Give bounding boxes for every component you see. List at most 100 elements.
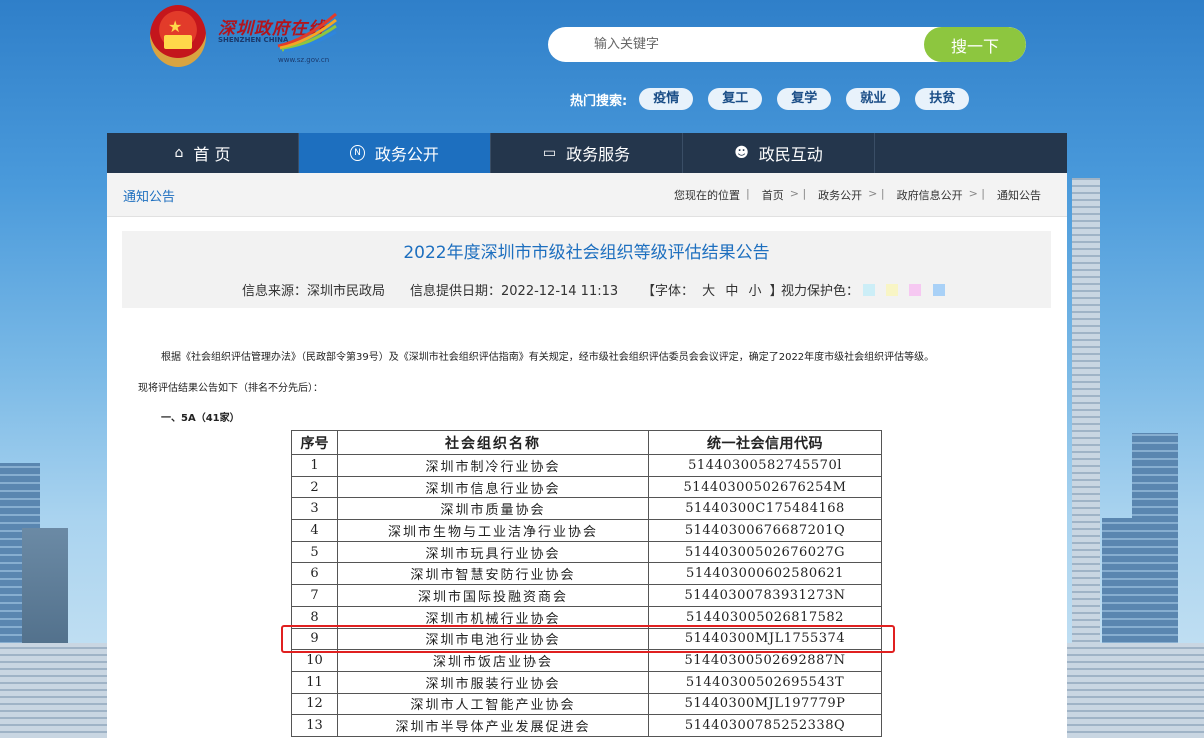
logo-swoosh-icon <box>277 12 337 52</box>
row-highlight-annotation <box>281 625 895 653</box>
breadcrumb-item-home[interactable]: 首页 <box>762 187 784 203</box>
row-index: 2 <box>291 475 338 499</box>
nav-item-government-affairs[interactable]: N 政务公开 <box>299 133 491 173</box>
info-source: 信息来源：深圳市民政局 <box>242 284 386 299</box>
nav-item-home[interactable]: ⌂ 首 页 <box>107 133 299 173</box>
content-panel: 通知公告 您现在的位置 | 首页 > | 政务公开 > | 政府信息公开 > |… <box>107 173 1067 738</box>
font-size-small[interactable]: 小 <box>748 284 761 299</box>
table-row: 7 深圳市国际投融资商会 51440300783931273N <box>291 584 882 607</box>
hot-tag-fuxue[interactable]: 复学 <box>777 88 832 110</box>
hot-tag-fugong[interactable]: 复工 <box>708 88 763 110</box>
font-size-prefix: 【字体： <box>642 284 695 299</box>
search-bar: 搜一下 <box>548 27 1026 62</box>
header-index: 序号 <box>291 430 338 455</box>
row-org-name: 深圳市制冷行业协会 <box>337 454 649 477</box>
row-index: 7 <box>291 584 338 607</box>
hot-search-label: 热门搜索: <box>570 93 628 109</box>
table-row: 3 深圳市质量协会 51440300C175484168 <box>291 497 882 521</box>
monitor-icon: ▭ <box>542 145 557 161</box>
row-org-name: 深圳市国际投融资商会 <box>337 584 649 607</box>
header-credit-code: 统一社会信用代码 <box>648 430 882 455</box>
site-header: ★ 深圳政府在线 SHENZHEN CHINA www.sz.gov.cn 搜一… <box>0 0 1204 133</box>
eye-care-swatch-pink[interactable] <box>909 284 922 296</box>
breadcrumb-item-info-disclosure[interactable]: 政府信息公开 <box>897 187 963 203</box>
row-credit-code: 51440300502676027G <box>648 540 882 564</box>
table-row: 1 深圳市制冷行业协会 51440300582745570l <box>291 454 882 477</box>
breadcrumb-item-gov-affairs[interactable]: 政务公开 <box>818 187 862 203</box>
row-credit-code: 51440300582745570l <box>648 454 882 477</box>
nav-item-label: 政务公开 <box>374 145 439 164</box>
results-table: 序号 社会组织名称 统一社会信用代码 1 深圳市制冷行业协会 51440300582… <box>291 430 882 737</box>
eye-care-label: 视力保护色： <box>781 284 860 299</box>
people-icon: ☻ <box>734 145 749 161</box>
table-header-row: 序号 社会组织名称 统一社会信用代码 <box>291 430 882 455</box>
row-index: 6 <box>291 562 338 586</box>
row-index: 3 <box>291 497 338 521</box>
table-row: 11 深圳市服装行业协会 51440300502695543T <box>291 670 882 694</box>
table-row: 4 深圳市生物与工业洁净行业协会 51440300676687201Q <box>291 519 882 542</box>
table-row: 12 深圳市人工智能产业协会 51440300MJL197779P <box>291 692 882 716</box>
row-index: 5 <box>291 540 338 564</box>
article-paragraph-1: 根据《社会组织评估管理办法》（民政部令第39号）及《深圳市社会组织评估指南》有关… <box>161 352 935 363</box>
row-org-name: 深圳市半导体产业发展促进会 <box>337 714 649 737</box>
row-org-name: 深圳市智慧安防行业协会 <box>337 562 649 586</box>
table-row: 13 深圳市半导体产业发展促进会 51440300785252338Q <box>291 714 882 737</box>
home-icon: ⌂ <box>174 145 184 161</box>
breadcrumb-bar: 通知公告 您现在的位置 | 首页 > | 政务公开 > | 政府信息公开 > |… <box>107 173 1067 217</box>
table-row: 2 深圳市信息行业协会 51440300502676254M <box>291 475 882 499</box>
main-nav: ⌂ 首 页 N 政务公开 ▭ 政务服务 ☻ 政民互动 <box>107 133 1067 173</box>
table-row: 5 深圳市玩具行业协会 51440300502676027G <box>291 540 882 564</box>
left-skyline-decoration <box>0 438 110 738</box>
row-credit-code: 51440300676687201Q <box>648 519 882 542</box>
search-button[interactable]: 搜一下 <box>924 27 1026 62</box>
article-title: 2022年度深圳市市级社会组织等级评估结果公告 <box>403 243 770 263</box>
eye-care-swatch-cyan[interactable] <box>863 284 876 296</box>
section-title[interactable]: 通知公告 <box>123 186 175 205</box>
nav-item-label: 政务服务 <box>566 145 631 164</box>
row-credit-code: 51440300783931273N <box>648 584 882 607</box>
nav-item-label: 政民互动 <box>758 145 823 164</box>
national-emblem-icon: ★ <box>150 5 206 67</box>
hot-search: 热门搜索: 疫情 复工 复学 就业 扶贫 <box>570 87 984 111</box>
hot-tag-yiqing[interactable]: 疫情 <box>639 88 694 110</box>
eye-care-swatch-yellow[interactable] <box>886 284 899 296</box>
row-org-name: 深圳市生物与工业洁净行业协会 <box>337 519 649 542</box>
right-skyline-decoration <box>1064 178 1204 738</box>
site-logo[interactable]: 深圳政府在线 SHENZHEN CHINA www.sz.gov.cn <box>216 10 341 68</box>
row-index: 13 <box>291 714 338 737</box>
news-icon: N <box>350 145 365 161</box>
nav-item-interaction[interactable]: ☻ 政民互动 <box>683 133 875 173</box>
breadcrumb-item-notices[interactable]: 通知公告 <box>997 187 1041 203</box>
row-org-name: 深圳市质量协会 <box>337 497 649 521</box>
row-index: 4 <box>291 519 338 542</box>
hot-tag-jiuye[interactable]: 就业 <box>846 88 901 110</box>
eye-care-swatch-blue[interactable] <box>932 284 945 296</box>
row-org-name: 深圳市玩具行业协会 <box>337 540 649 564</box>
article-header: 2022年度深圳市市级社会组织等级评估结果公告 信息来源：深圳市民政局 信息提供… <box>122 231 1051 308</box>
row-index: 12 <box>291 692 338 716</box>
logo-url: www.sz.gov.cn <box>278 56 330 64</box>
font-size-large[interactable]: 大 <box>702 284 715 299</box>
row-credit-code: 51440300C175484168 <box>648 497 882 521</box>
table-row: 6 深圳市智慧安防行业协会 514403000602580621 <box>291 562 882 586</box>
nav-item-label: 首 页 <box>193 145 231 164</box>
row-org-name: 深圳市信息行业协会 <box>337 475 649 499</box>
search-input[interactable] <box>548 27 928 62</box>
font-size-control: 【字体： 大 中 小 】 <box>642 280 783 299</box>
font-size-medium[interactable]: 中 <box>725 284 738 299</box>
article-subheading: 一、5A（41家） <box>161 413 240 424</box>
row-credit-code: 51440300502695543T <box>648 670 882 694</box>
header-org-name: 社会组织名称 <box>337 430 649 455</box>
hot-tag-fupin[interactable]: 扶贫 <box>915 88 970 110</box>
row-credit-code: 51440300MJL197779P <box>648 692 882 716</box>
info-date: 信息提供日期：2022-12-14 11:13 <box>410 284 619 299</box>
row-org-name: 深圳市人工智能产业协会 <box>337 692 649 716</box>
article-paragraph-2: 现将评估结果公告如下（排名不分先后）： <box>138 383 323 394</box>
row-credit-code: 514403000602580621 <box>648 562 882 586</box>
eye-care-control: 视力保护色： <box>781 280 952 299</box>
breadcrumb-prefix: 您现在的位置 <box>674 189 741 202</box>
nav-item-services[interactable]: ▭ 政务服务 <box>491 133 683 173</box>
row-index: 11 <box>291 670 338 694</box>
row-org-name: 深圳市服装行业协会 <box>337 670 649 694</box>
breadcrumb: 您现在的位置 | 首页 > | 政务公开 > | 政府信息公开 > | 通知公告 <box>674 187 1041 203</box>
